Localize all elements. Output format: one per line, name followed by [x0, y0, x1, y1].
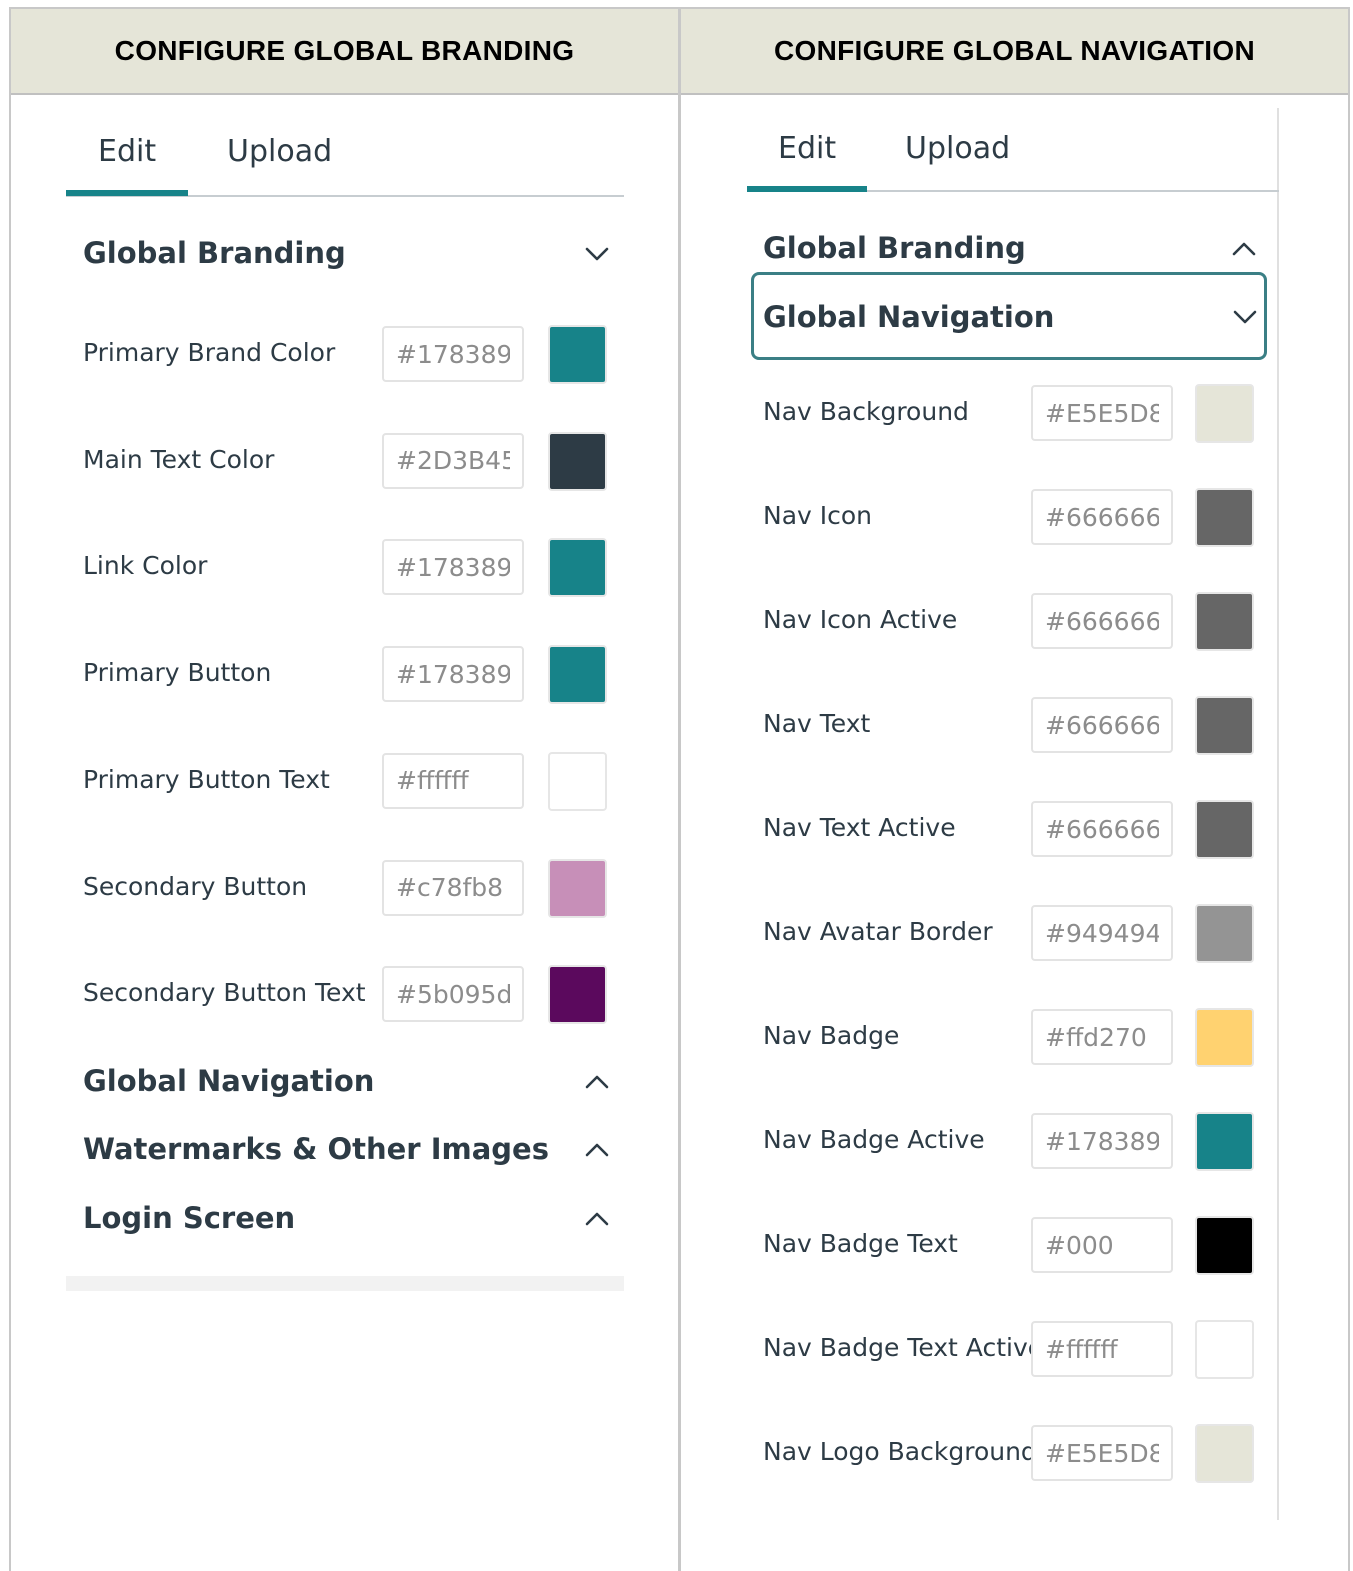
- hex-color-input[interactable]: [382, 539, 524, 596]
- section-global-navigation: Global Navigation: [763, 300, 1055, 334]
- chevron-up-icon[interactable]: [1231, 236, 1257, 262]
- color-row-label: Primary Button Text: [83, 764, 330, 794]
- color-swatch[interactable]: [1195, 800, 1254, 859]
- tab-active-indicator: [66, 190, 188, 196]
- section-global-navigation-focused[interactable]: Global Navigation: [751, 272, 1267, 360]
- color-swatch[interactable]: [548, 325, 607, 384]
- tab-upload[interactable]: Upload: [227, 134, 332, 169]
- hex-color-input[interactable]: [1031, 1425, 1173, 1481]
- hex-color-input[interactable]: [382, 859, 524, 916]
- section-global-branding[interactable]: Global Branding: [763, 231, 1026, 265]
- color-swatch[interactable]: [548, 751, 607, 811]
- scroll-edge: [1277, 108, 1279, 1520]
- color-swatch[interactable]: [548, 858, 607, 918]
- section-login-screen[interactable]: Login Screen: [83, 1201, 295, 1235]
- color-row-label: Secondary Button Text: [83, 978, 366, 1008]
- color-row-label: Link Color: [83, 551, 208, 581]
- color-row-label: Primary Brand Color: [83, 338, 336, 367]
- color-swatch[interactable]: [1195, 1320, 1254, 1379]
- tab-active-indicator: [747, 186, 867, 192]
- color-swatch[interactable]: [1195, 1008, 1254, 1067]
- left-panel: Edit Upload Global Branding Primary Bran…: [0, 0, 678, 1571]
- hex-color-input[interactable]: [1031, 1217, 1173, 1273]
- section-global-branding[interactable]: Global Branding: [83, 236, 346, 270]
- color-row-label: Nav Badge Text Active: [763, 1333, 1044, 1362]
- color-swatch[interactable]: [1195, 1216, 1254, 1275]
- hex-color-input[interactable]: [1031, 905, 1173, 961]
- hex-color-input[interactable]: [382, 432, 524, 489]
- panel-footer-bar: [66, 1276, 624, 1291]
- hex-color-input[interactable]: [1031, 801, 1173, 857]
- color-swatch[interactable]: [1195, 384, 1254, 443]
- color-row-label: Nav Badge: [763, 1021, 900, 1050]
- hex-color-input[interactable]: [1031, 1321, 1173, 1377]
- chevron-down-icon: [1232, 304, 1258, 330]
- chevron-up-icon[interactable]: [584, 1069, 610, 1095]
- color-row-label: Nav Badge Text: [763, 1229, 958, 1258]
- color-swatch[interactable]: [1195, 1112, 1254, 1171]
- color-swatch[interactable]: [1195, 904, 1254, 963]
- hex-color-input[interactable]: [1031, 593, 1173, 649]
- color-swatch[interactable]: [548, 645, 607, 705]
- hex-color-input[interactable]: [382, 752, 524, 809]
- color-row-label: Nav Avatar Border: [763, 917, 993, 946]
- hex-color-input[interactable]: [1031, 1009, 1173, 1065]
- color-swatch[interactable]: [1195, 1424, 1254, 1483]
- color-swatch[interactable]: [548, 965, 607, 1025]
- color-row-label: Nav Icon Active: [763, 605, 958, 634]
- hex-color-input[interactable]: [382, 326, 524, 382]
- hex-color-input[interactable]: [382, 966, 524, 1023]
- chevron-up-icon[interactable]: [584, 1137, 610, 1163]
- chevron-down-icon[interactable]: [584, 241, 610, 267]
- right-panel: Edit Upload Global Branding Global Navig…: [681, 0, 1353, 1571]
- color-swatch[interactable]: [1195, 592, 1254, 651]
- tab-upload[interactable]: Upload: [905, 131, 1010, 166]
- color-row-label: Nav Badge Active: [763, 1125, 985, 1154]
- chevron-up-icon[interactable]: [584, 1206, 610, 1232]
- color-swatch[interactable]: [548, 538, 607, 598]
- color-swatch[interactable]: [1195, 696, 1254, 755]
- tab-edit[interactable]: Edit: [98, 134, 156, 169]
- color-row-label: Nav Text Active: [763, 813, 956, 842]
- color-row-label: Secondary Button: [83, 871, 308, 901]
- color-row-label: Nav Background: [763, 397, 969, 426]
- color-swatch[interactable]: [548, 431, 607, 491]
- hex-color-input[interactable]: [1031, 489, 1173, 545]
- hex-color-input[interactable]: [1031, 1113, 1173, 1169]
- section-global-navigation[interactable]: Global Navigation: [83, 1064, 374, 1098]
- color-row-label: Main Text Color: [83, 444, 275, 474]
- color-row-label: Nav Text: [763, 709, 871, 738]
- color-swatch[interactable]: [1195, 488, 1254, 547]
- hex-color-input[interactable]: [382, 646, 524, 703]
- color-row-label: Nav Icon: [763, 501, 873, 530]
- color-row-label: Primary Button: [83, 658, 272, 688]
- section-watermarks[interactable]: Watermarks & Other Images: [83, 1132, 549, 1166]
- hex-color-input[interactable]: [1031, 385, 1173, 441]
- color-row-label: Nav Logo Background: [763, 1437, 1037, 1466]
- tab-edit[interactable]: Edit: [778, 131, 836, 166]
- hex-color-input[interactable]: [1031, 697, 1173, 753]
